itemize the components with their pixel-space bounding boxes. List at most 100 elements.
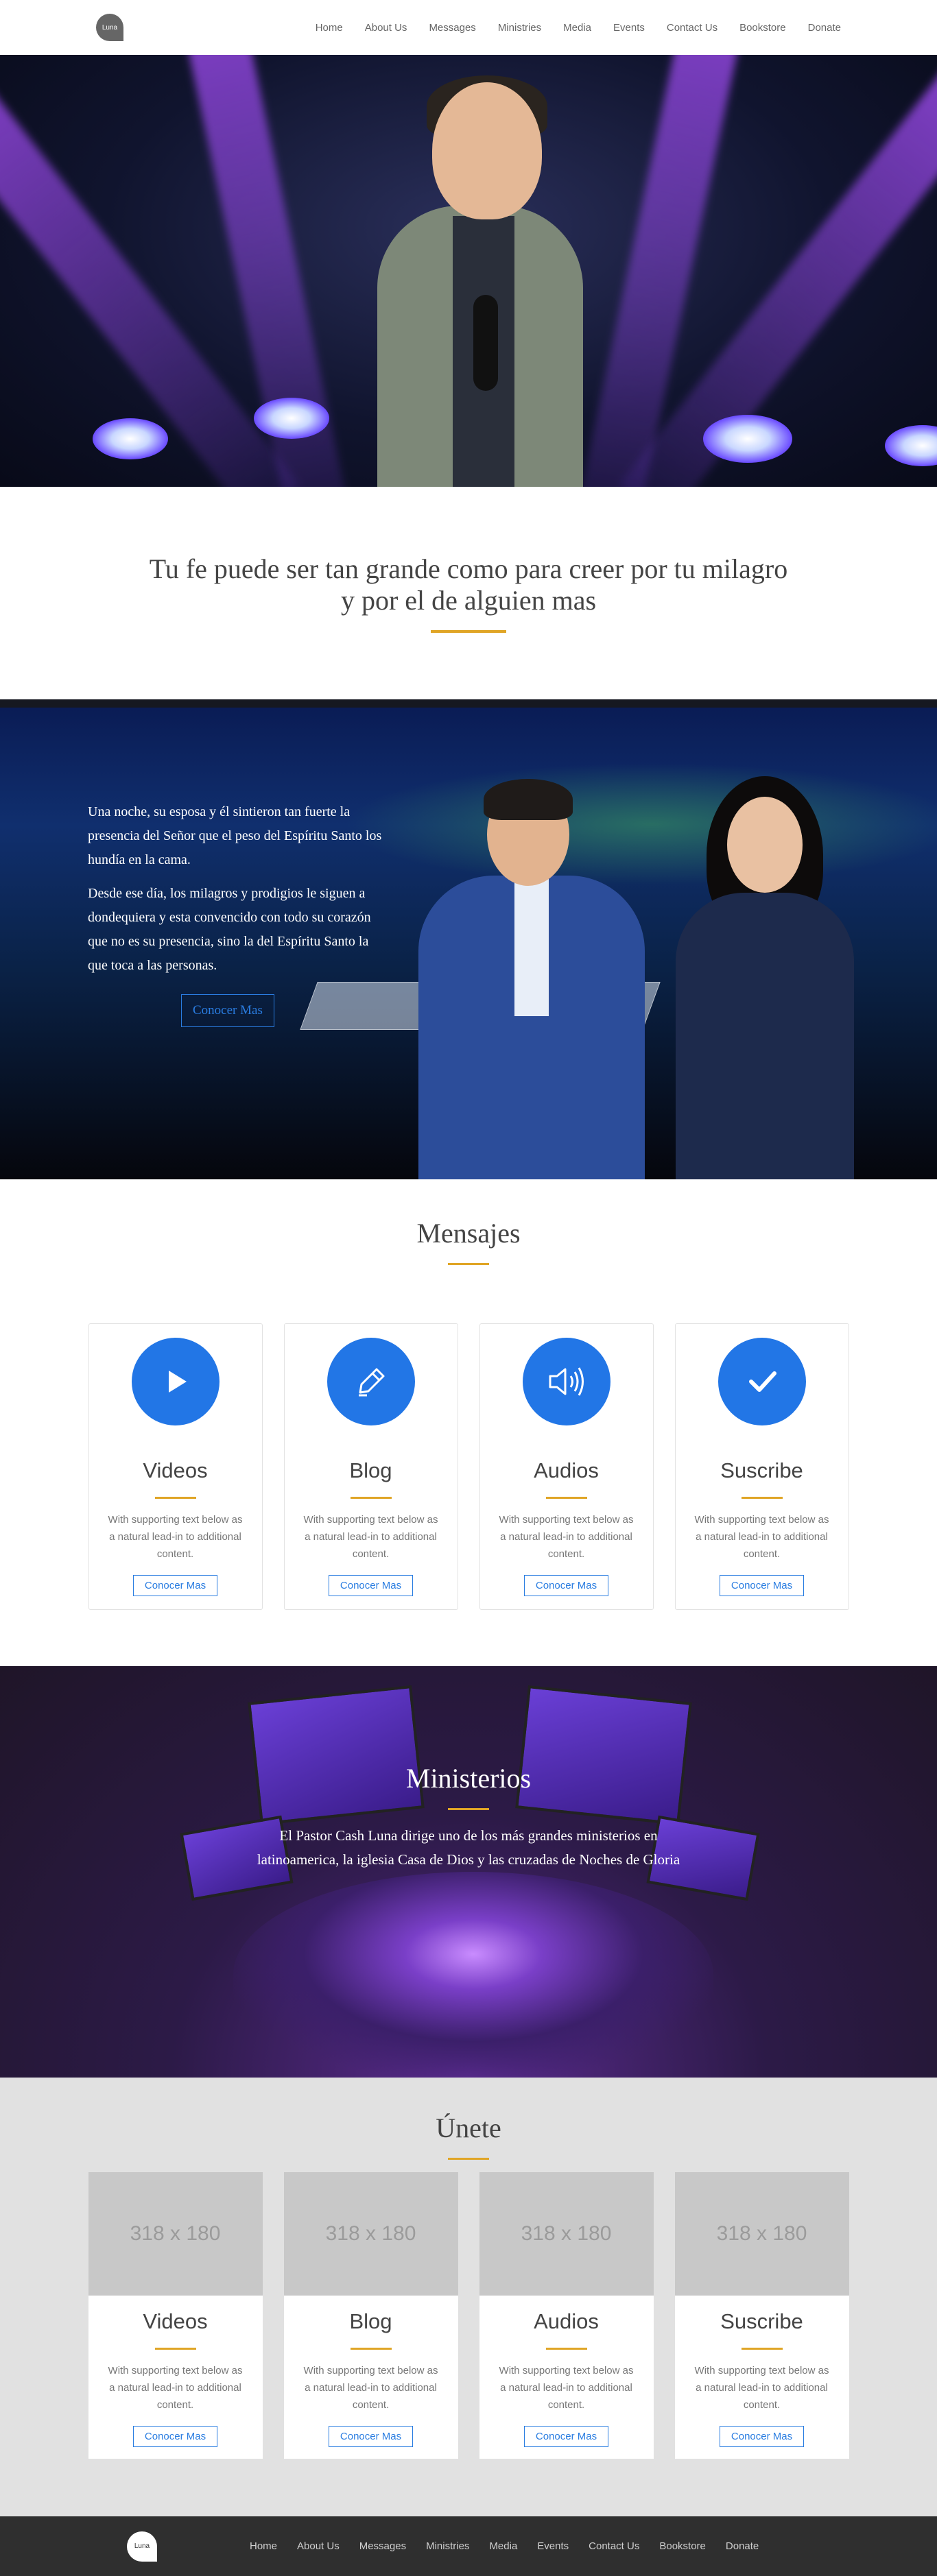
nav-link-home[interactable]: Home bbox=[316, 22, 343, 34]
join-card-suscribe: 318 x 180 Suscribe With supporting text … bbox=[674, 2172, 849, 2459]
hero-banner bbox=[0, 55, 937, 487]
stage-light bbox=[885, 425, 937, 466]
divider bbox=[545, 1497, 587, 1499]
divider bbox=[448, 1263, 489, 1265]
divider bbox=[431, 630, 506, 633]
join-title: Únete bbox=[436, 2112, 501, 2143]
ministries-text: El Pastor Cash Luna dirige uno de los má… bbox=[257, 1827, 680, 1868]
arena-stage-image bbox=[233, 1872, 713, 2078]
stage-light bbox=[703, 415, 792, 463]
card-text: With supporting text below as a natural … bbox=[108, 2365, 243, 2411]
card-text: With supporting text below as a natural … bbox=[108, 1514, 243, 1560]
footer-link-bookstore[interactable]: Bookstore bbox=[659, 2540, 706, 2552]
card-text: With supporting text below as a natural … bbox=[694, 2365, 829, 2411]
footer-link-messages[interactable]: Messages bbox=[359, 2540, 406, 2552]
card-text: With supporting text below as a natural … bbox=[499, 1514, 634, 1560]
join-blog-learn-more-button[interactable]: Conocer Mas bbox=[328, 2426, 414, 2447]
card-title: Blog bbox=[349, 1458, 392, 1482]
card-title: Suscribe bbox=[720, 1458, 803, 1482]
divider bbox=[545, 2348, 587, 2350]
image-placeholder: 318 x 180 bbox=[88, 2172, 263, 2296]
card-text: With supporting text below as a natural … bbox=[694, 1514, 829, 1560]
card-blog: Blog With supporting text below as a nat… bbox=[283, 1323, 458, 1610]
nav-link-about[interactable]: About Us bbox=[365, 22, 407, 34]
card-text: With supporting text below as a natural … bbox=[499, 2365, 634, 2411]
card-suscribe: Suscribe With supporting text below as a… bbox=[674, 1323, 849, 1610]
stage-light bbox=[93, 418, 168, 459]
card-title: Blog bbox=[349, 2309, 392, 2333]
divider bbox=[741, 1497, 783, 1499]
card-title: Videos bbox=[143, 2309, 208, 2333]
footer-logo[interactable]: Luna bbox=[127, 2531, 157, 2562]
card-title: Audios bbox=[534, 2309, 599, 2333]
nav-links: Home About Us Messages Ministries Media … bbox=[316, 22, 841, 34]
footer-link-media[interactable]: Media bbox=[489, 2540, 517, 2552]
speaker-icon[interactable] bbox=[522, 1338, 610, 1425]
footer-link-ministries[interactable]: Ministries bbox=[426, 2540, 469, 2552]
footer-link-contact[interactable]: Contact Us bbox=[589, 2540, 639, 2552]
image-placeholder: 318 x 180 bbox=[283, 2172, 458, 2296]
card-text: With supporting text below as a natural … bbox=[303, 1514, 438, 1560]
footer-logo-text: Luna bbox=[134, 2542, 150, 2550]
pastora-image bbox=[676, 776, 854, 1179]
divider bbox=[448, 1808, 489, 1810]
card-videos: Videos With supporting text below as a n… bbox=[88, 1323, 263, 1610]
stage-light bbox=[254, 398, 329, 439]
join-audios-learn-more-button[interactable]: Conocer Mas bbox=[523, 2426, 609, 2447]
story-paragraph-2: Desde ese día, los milagros y prodigios … bbox=[88, 886, 371, 973]
nav-link-media[interactable]: Media bbox=[563, 22, 591, 34]
card-title: Suscribe bbox=[720, 2309, 803, 2333]
nav-link-donate[interactable]: Donate bbox=[808, 22, 841, 34]
ministries-content: Ministerios El Pastor Cash Luna dirige u… bbox=[0, 1762, 937, 1872]
story-learn-more-button[interactable]: Conocer Mas bbox=[181, 994, 274, 1027]
pen-icon[interactable] bbox=[327, 1338, 415, 1425]
story-paragraph-1: Una noche, su esposa y él sintieron tan … bbox=[88, 804, 382, 867]
footer-link-home[interactable]: Home bbox=[250, 2540, 277, 2552]
divider bbox=[350, 2348, 392, 2350]
nav-link-messages[interactable]: Messages bbox=[429, 22, 475, 34]
hero-speaker-image bbox=[377, 69, 583, 487]
play-icon[interactable] bbox=[131, 1338, 220, 1425]
quote-heading: Tu fe puede ser tan grande como para cre… bbox=[150, 553, 787, 616]
footer-link-events[interactable]: Events bbox=[537, 2540, 569, 2552]
logo-text: Luna bbox=[102, 23, 118, 32]
join-videos-learn-more-button[interactable]: Conocer Mas bbox=[132, 2426, 218, 2447]
messages-section: Mensajes Videos With supporting text bel… bbox=[0, 1179, 937, 1666]
footer: Luna Home About Us Messages Ministries M… bbox=[0, 2516, 937, 2576]
card-title: Audios bbox=[534, 1458, 599, 1482]
ministries-section: Ministerios El Pastor Cash Luna dirige u… bbox=[0, 1666, 937, 2078]
nav-link-events[interactable]: Events bbox=[613, 22, 645, 34]
blog-learn-more-button[interactable]: Conocer Mas bbox=[328, 1575, 414, 1596]
nav-link-bookstore[interactable]: Bookstore bbox=[739, 22, 786, 34]
divider bbox=[154, 1497, 196, 1499]
join-suscribe-learn-more-button[interactable]: Conocer Mas bbox=[719, 2426, 805, 2447]
story-text: Una noche, su esposa y él sintieron tan … bbox=[88, 800, 383, 1027]
story-section: Una noche, su esposa y él sintieron tan … bbox=[0, 699, 937, 1179]
nav-link-ministries[interactable]: Ministries bbox=[498, 22, 541, 34]
join-card-blog: 318 x 180 Blog With supporting text belo… bbox=[283, 2172, 458, 2459]
join-section: Únete 318 x 180 Videos With supporting t… bbox=[0, 2078, 937, 2516]
card-title: Videos bbox=[143, 1458, 208, 1482]
messages-title: Mensajes bbox=[416, 1218, 521, 1249]
messages-cards: Videos With supporting text below as a n… bbox=[0, 1323, 937, 1610]
quote-section: Tu fe puede ser tan grande como para cre… bbox=[0, 487, 937, 699]
image-placeholder: 318 x 180 bbox=[479, 2172, 654, 2296]
pastor-image bbox=[418, 779, 645, 1179]
logo[interactable]: Luna bbox=[96, 14, 123, 41]
image-placeholder: 318 x 180 bbox=[674, 2172, 849, 2296]
videos-learn-more-button[interactable]: Conocer Mas bbox=[132, 1575, 218, 1596]
footer-link-about[interactable]: About Us bbox=[297, 2540, 340, 2552]
footer-link-donate[interactable]: Donate bbox=[726, 2540, 759, 2552]
suscribe-learn-more-button[interactable]: Conocer Mas bbox=[719, 1575, 805, 1596]
join-card-videos: 318 x 180 Videos With supporting text be… bbox=[88, 2172, 263, 2459]
audios-learn-more-button[interactable]: Conocer Mas bbox=[523, 1575, 609, 1596]
divider bbox=[350, 1497, 392, 1499]
nav-link-contact[interactable]: Contact Us bbox=[667, 22, 717, 34]
check-icon[interactable] bbox=[717, 1338, 806, 1425]
join-cards: 318 x 180 Videos With supporting text be… bbox=[0, 2172, 937, 2459]
join-card-audios: 318 x 180 Audios With supporting text be… bbox=[479, 2172, 654, 2459]
divider bbox=[154, 2348, 196, 2350]
divider bbox=[448, 2158, 489, 2160]
card-audios: Audios With supporting text below as a n… bbox=[479, 1323, 654, 1610]
ministries-title: Ministerios bbox=[405, 1763, 532, 1794]
